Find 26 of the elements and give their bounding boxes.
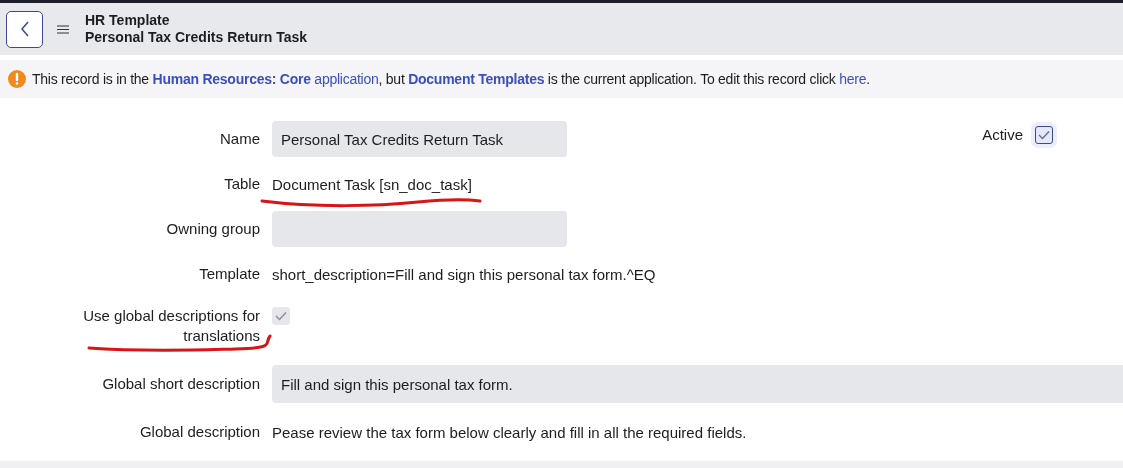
field-value: Pease review the tax form below clearly and fill in all the required fields. [272, 423, 747, 441]
check-icon [1038, 130, 1050, 140]
link[interactable]: application [310, 71, 379, 87]
field-label: Active [982, 125, 1023, 145]
record-title: Personal Tax Credits Return Task [85, 29, 307, 46]
menu-icon[interactable] [57, 24, 69, 34]
record-type: HR Template [85, 12, 171, 29]
field-label: Use global descriptions for translations [82, 306, 260, 346]
field-label: Global short description [101, 374, 260, 394]
check-icon [275, 311, 287, 321]
warning-icon [8, 70, 26, 88]
back-button[interactable] [6, 10, 43, 48]
input-field[interactable]: Personal Tax Credits Return Task [272, 121, 567, 157]
field-label: Global description [138, 422, 260, 442]
link[interactable]: Human Resources: Core [152, 71, 311, 87]
input-field[interactable]: Fill and sign this personal tax form. [272, 365, 1123, 403]
field-label: Table [223, 174, 260, 194]
back-icon [19, 21, 30, 37]
field-label: Name [219, 129, 260, 149]
notice-message: This record is in the Human Resources: Core application, but Document Templates is the current application. To edit this record click here. [32, 71, 870, 87]
field-label: Template [198, 264, 260, 284]
input-field[interactable] [272, 211, 567, 247]
link[interactable]: Document Templates [408, 71, 545, 87]
field-label: Owning group [165, 219, 260, 239]
field-value: Document Task [sn_doc_task] [272, 175, 472, 193]
field-value: short_description=Fill and sign this personal tax form.^EQ [272, 265, 656, 283]
